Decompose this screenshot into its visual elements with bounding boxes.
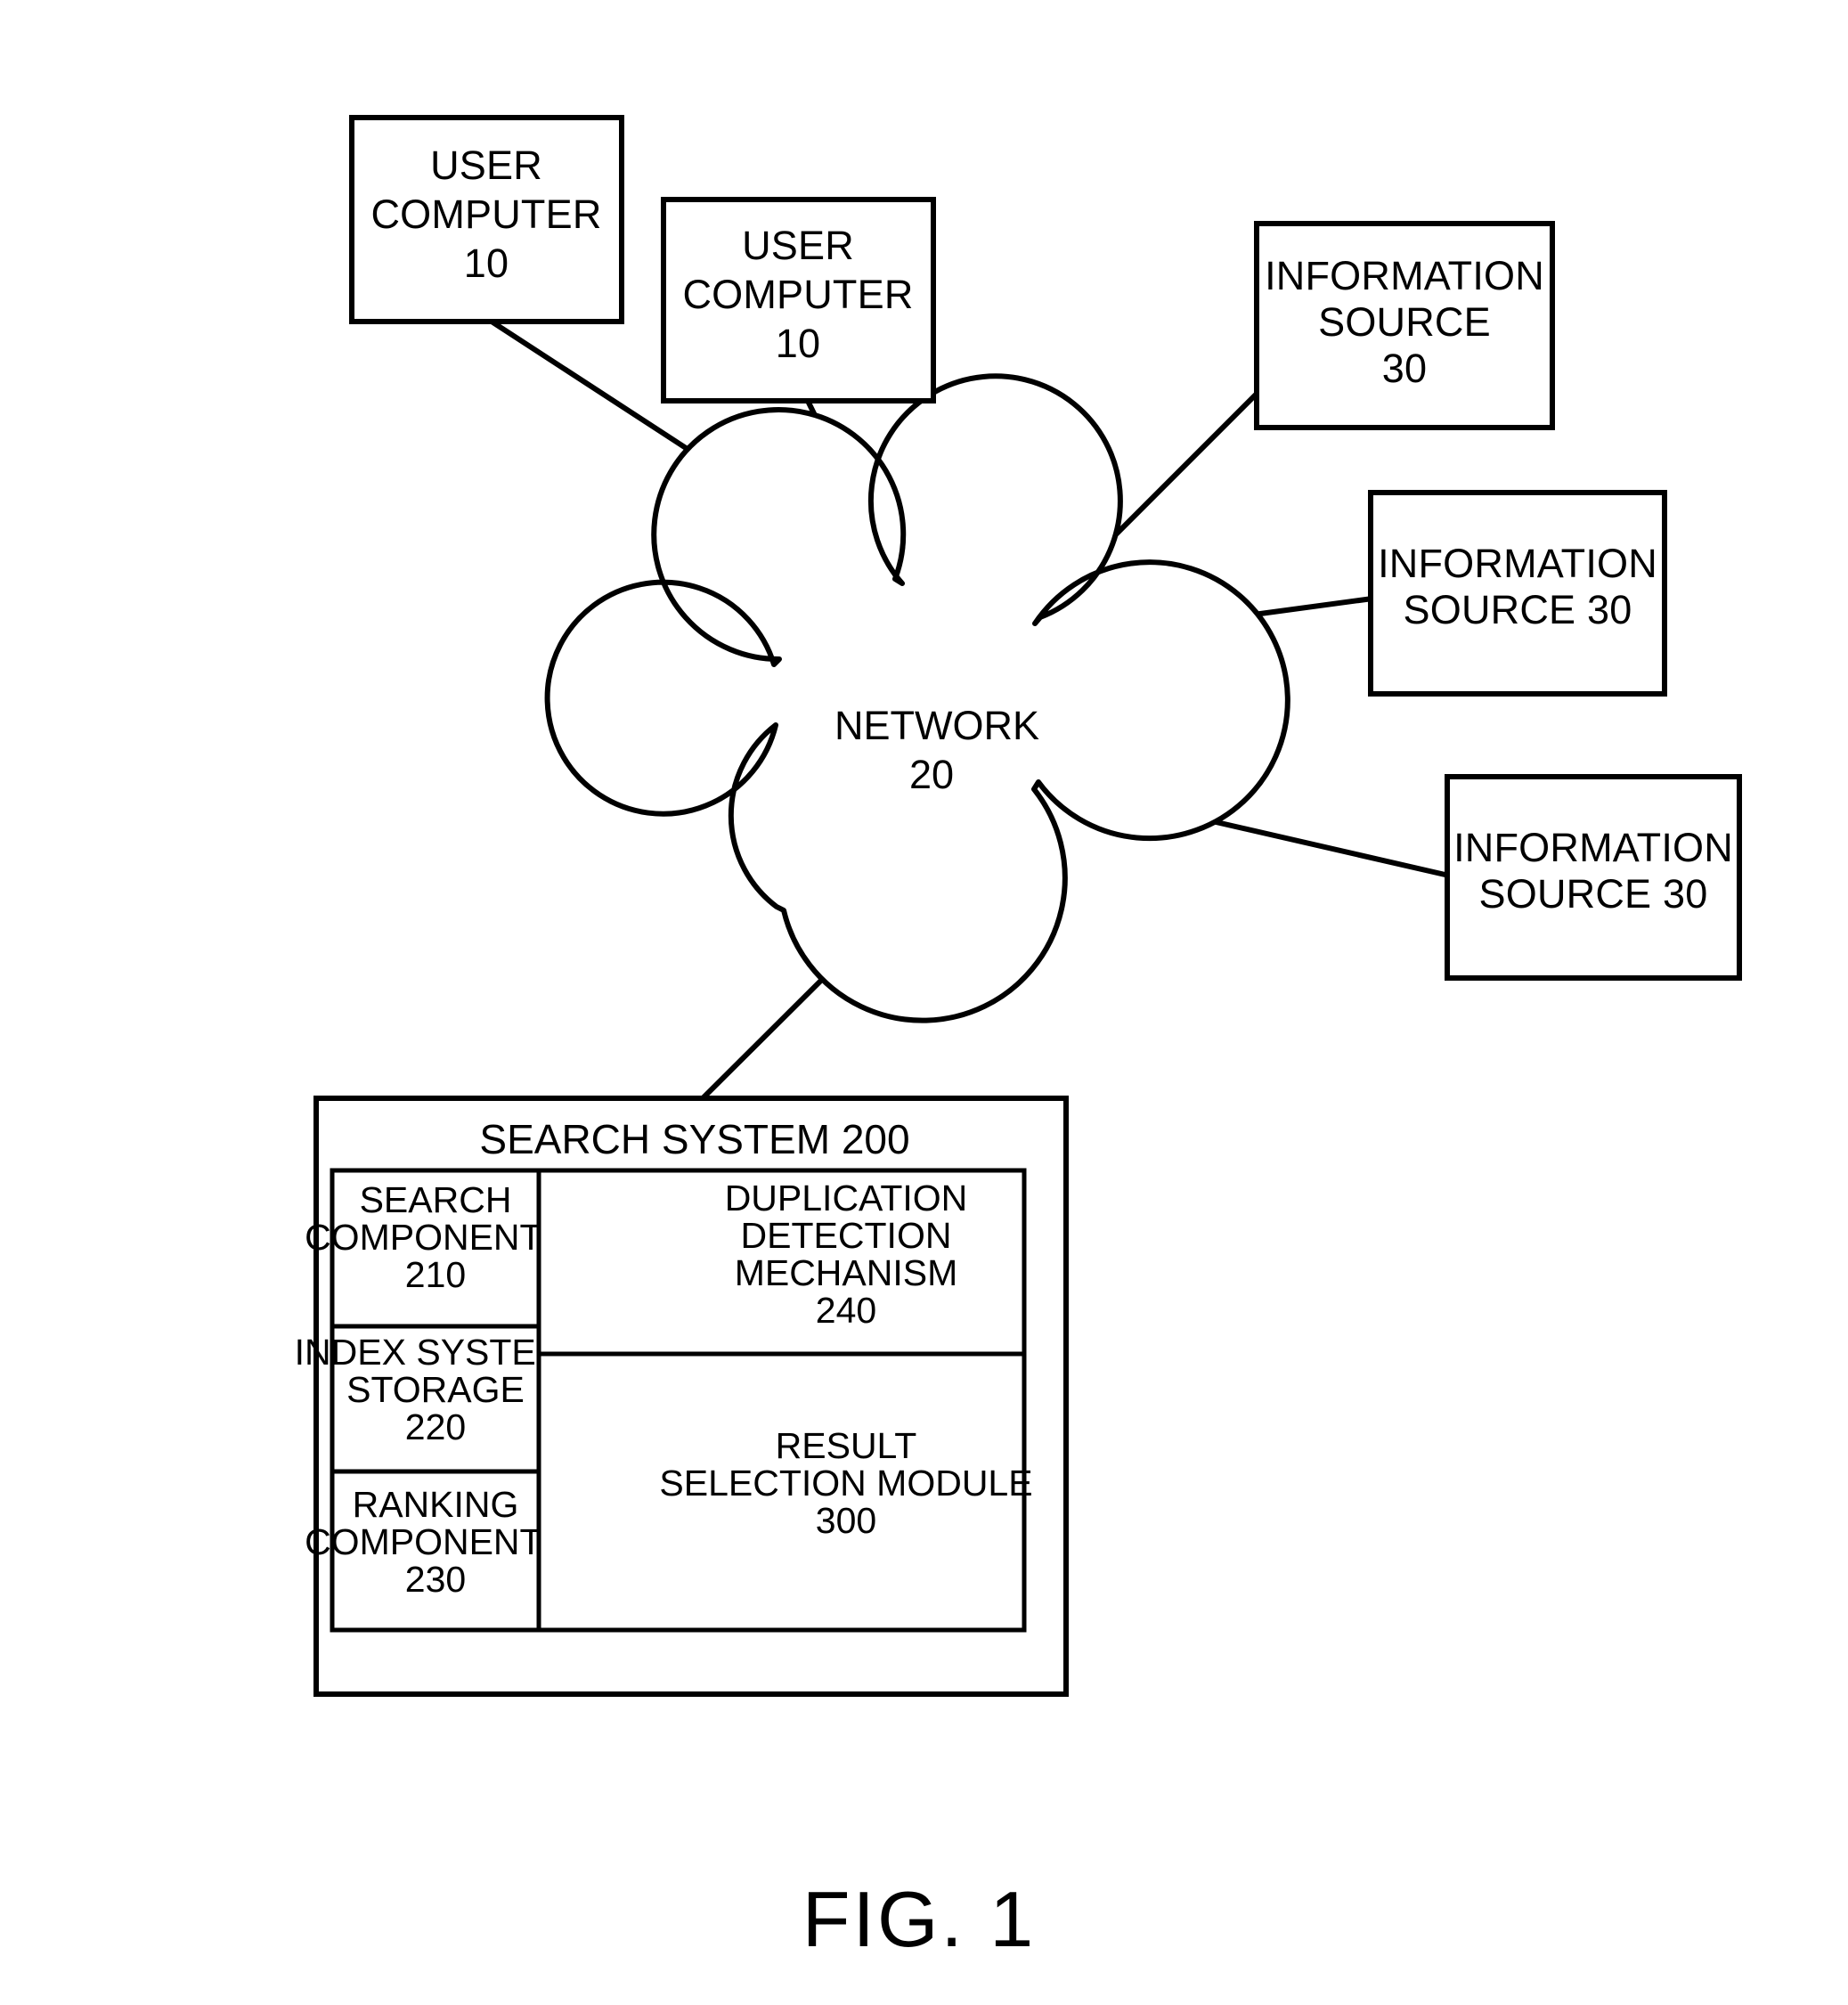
node-user-computer-2: USER COMPUTER 10	[661, 197, 936, 403]
network-label-line1: NETWORK	[834, 703, 1039, 748]
information-source-1-line2: SOURCE	[1318, 299, 1491, 345]
index-system-storage-line3: 220	[405, 1406, 466, 1447]
information-source-2-line2: SOURCE 30	[1404, 587, 1632, 632]
information-source-3-line1: INFORMATION	[1453, 825, 1733, 870]
ranking-components-line2: COMPONENTS	[305, 1521, 566, 1562]
information-source-2-line1: INFORMATION	[1378, 541, 1657, 586]
user-computer-2-line2: COMPUTER	[682, 272, 913, 317]
index-system-storage-line2: STORAGE	[346, 1369, 525, 1410]
user-computer-1-line1: USER	[430, 143, 542, 188]
ranking-components-line1: RANKING	[353, 1484, 519, 1525]
patent-figure-1: NETWORK 20 USER COMPUTER 10 USER COMPUTE…	[0, 0, 1848, 2005]
user-computer-2-line3: 10	[776, 321, 820, 366]
node-user-computer-1: USER COMPUTER 10	[349, 115, 624, 324]
search-components-line2: COMPONENTS	[305, 1217, 566, 1258]
search-components-line1: SEARCH	[360, 1179, 512, 1220]
information-source-1-line3: 30	[1382, 346, 1427, 391]
user-computer-1-line2: COMPUTER	[370, 192, 601, 237]
node-information-source-2: INFORMATION SOURCE 30	[1368, 490, 1667, 697]
duplication-detection-line1: DUPLICATION	[725, 1178, 968, 1218]
ranking-components-line3: 230	[405, 1559, 466, 1600]
duplication-detection-line3: MECHANISM	[735, 1252, 958, 1293]
result-selection-line1: RESULT	[776, 1425, 917, 1466]
user-computer-2-line1: USER	[742, 223, 854, 268]
search-components-line3: 210	[405, 1254, 466, 1295]
duplication-detection-line4: 240	[816, 1290, 876, 1331]
node-information-source-3: INFORMATION SOURCE 30	[1445, 774, 1742, 981]
index-system-storage-line1: INDEX SYSTEM/	[295, 1332, 577, 1373]
duplication-detection-line2: DETECTION	[741, 1215, 952, 1256]
information-source-1-line1: INFORMATION	[1265, 253, 1544, 298]
network-label-line2: 20	[909, 752, 954, 797]
information-source-3-line2: SOURCE 30	[1479, 871, 1708, 917]
node-search-system: SEARCH SYSTEM 200 SEARCH COMPONENTS 210 …	[295, 1096, 1069, 1697]
search-system-title: SEARCH SYSTEM 200	[479, 1116, 909, 1162]
node-information-source-1: INFORMATION SOURCE 30	[1254, 221, 1555, 430]
user-computer-1-line3: 10	[464, 240, 509, 286]
figure-caption: FIG. 1	[802, 1875, 1037, 1963]
result-selection-line2: SELECTION MODULE	[659, 1463, 1032, 1504]
figure-canvas: NETWORK 20 USER COMPUTER 10 USER COMPUTE…	[295, 115, 1742, 1963]
result-selection-line3: 300	[816, 1500, 876, 1541]
